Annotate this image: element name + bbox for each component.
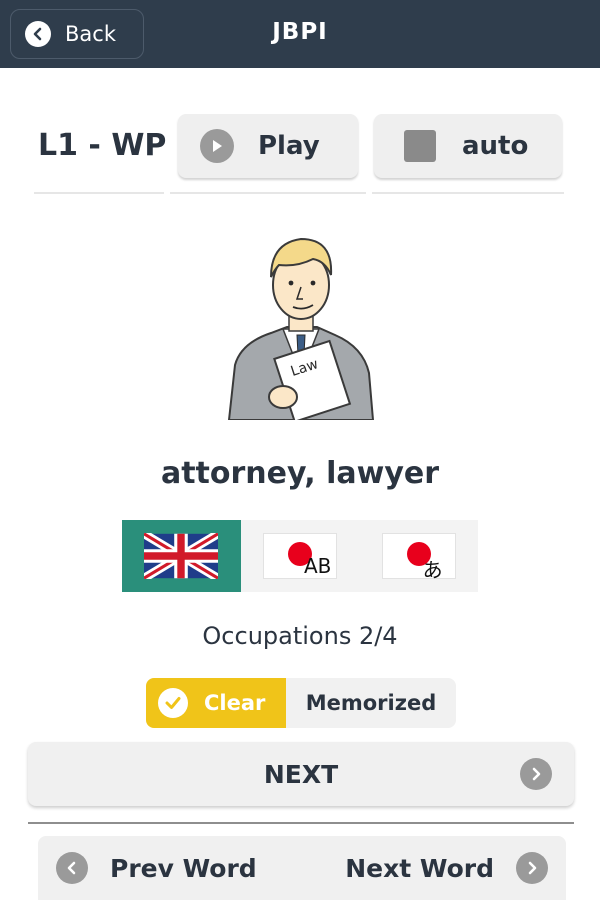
status-toggle: Clear Memorized: [146, 678, 456, 728]
clear-label: Clear: [204, 691, 266, 715]
next-label: NEXT: [263, 760, 339, 789]
check-icon: [158, 688, 188, 718]
memorized-button[interactable]: Memorized: [286, 678, 456, 728]
divider: [28, 822, 574, 824]
chevron-left-icon: [56, 852, 88, 884]
lawyer-illustration: Law: [225, 225, 377, 423]
app-header: Back JBPI: [0, 0, 600, 68]
auto-label: auto: [462, 131, 529, 161]
category-progress: Occupations 2/4: [202, 622, 398, 650]
play-label: Play: [258, 131, 320, 161]
language-toggle: AB あ: [122, 520, 479, 592]
english-language-button[interactable]: [122, 520, 241, 592]
romaji-flag-text: AB: [304, 554, 332, 578]
prev-word-button[interactable]: Prev Word: [56, 836, 257, 900]
japan-flag-icon: AB: [263, 533, 337, 579]
chevron-right-icon: [520, 758, 552, 790]
hiragana-flag-text: あ: [422, 558, 443, 582]
divider: [170, 192, 366, 194]
word-navigation: Prev Word Next Word: [38, 836, 566, 900]
hiragana-language-button[interactable]: あ: [359, 520, 479, 592]
uk-flag-icon: [144, 533, 219, 579]
next-button[interactable]: NEXT: [28, 742, 574, 806]
lesson-label: L1 - WP: [38, 128, 167, 163]
auto-button[interactable]: auto: [374, 114, 562, 178]
romaji-language-button[interactable]: AB: [240, 520, 360, 592]
prev-word-label: Prev Word: [110, 853, 257, 883]
memorized-label: Memorized: [305, 691, 437, 715]
clear-button[interactable]: Clear: [146, 678, 286, 728]
play-icon: [200, 129, 234, 163]
app-title: JBPI: [272, 19, 328, 45]
chevron-right-icon: [516, 852, 548, 884]
divider: [372, 192, 564, 194]
next-word-label: Next Word: [345, 853, 494, 883]
japan-flag-icon: あ: [381, 533, 456, 582]
play-button[interactable]: Play: [178, 114, 358, 178]
word-text: attorney, lawyer: [160, 456, 440, 491]
divider: [34, 192, 164, 194]
next-word-button[interactable]: Next Word: [345, 836, 548, 900]
stop-icon: [404, 130, 436, 162]
